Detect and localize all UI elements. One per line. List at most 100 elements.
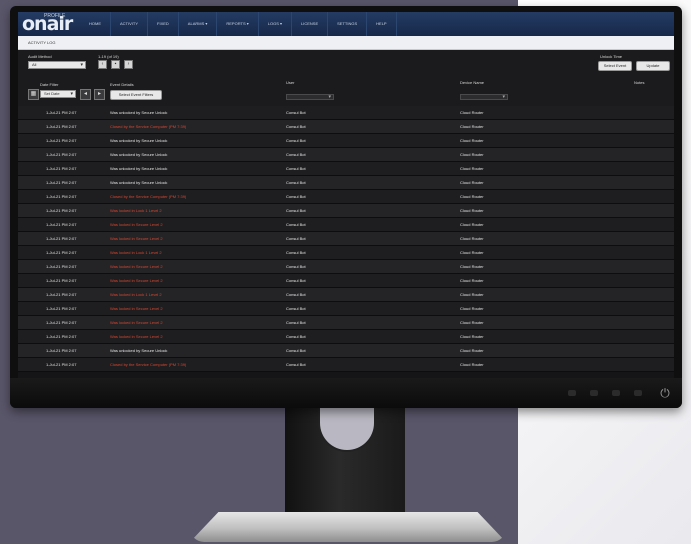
chevron-right-icon[interactable]: › (124, 60, 133, 69)
row-time: 1-Jul-21 PM 2:07 (46, 124, 77, 129)
chevron-right-icon[interactable]: ▸ (94, 89, 105, 100)
row-user: Consul Bot (286, 166, 306, 171)
row-user: Consul Bot (286, 208, 306, 213)
row-message: Closed by the Service Computer (PM 7:39) (110, 124, 187, 129)
table-row[interactable]: 1-Jul-21 PM 2:07 Was locked in Secure Lev… (18, 274, 674, 288)
row-user: Consul Bot (286, 222, 306, 227)
table-row[interactable]: 1-Jul-21 PM 2:07 Was locked in Lock 1 Lev… (18, 246, 674, 260)
main-nav: HOME ACTIVITY FIXED ALARMS ▾ REPORTS ▾ LOGS ▾… (80, 12, 397, 36)
row-user: Consul Bot (286, 124, 306, 129)
user-filter-select[interactable] (286, 94, 334, 100)
row-time: 1-Jul-21 PM 2:07 (46, 166, 77, 171)
event-filter-label: Event Details (110, 82, 134, 87)
select-event-button[interactable]: Select Event (598, 61, 632, 71)
device-filter-select[interactable] (460, 94, 508, 100)
table-row[interactable]: 1-Jul-21 PM 2:07 Was unlocked by Secure U… (18, 106, 674, 120)
row-time: 1-Jul-21 PM 2:07 (46, 236, 77, 241)
range-label: 1-19 (of 19) (98, 54, 119, 59)
row-device: Cloud Router (460, 236, 484, 241)
nav-item[interactable]: SETTINGS (328, 12, 368, 36)
table-row[interactable]: 1-Jul-21 PM 2:07 Was locked in Secure Lev… (18, 260, 674, 274)
row-time: 1-Jul-21 PM 2:07 (46, 194, 77, 199)
row-message: Was unlocked by Secure Unlock (110, 166, 168, 171)
date-filter-label: Date Filter (40, 82, 59, 87)
row-message: Was locked in Secure Level 2 (110, 236, 163, 241)
nav-item[interactable]: HELP (367, 12, 397, 36)
monitor-chin (10, 378, 682, 408)
row-device: Cloud Router (460, 110, 484, 115)
row-device: Cloud Router (460, 152, 484, 157)
row-device: Cloud Router (460, 362, 484, 367)
page-title: ACTIVITY LOG (28, 40, 56, 45)
page-subheader: ACTIVITY LOG (18, 36, 674, 50)
select-event-filters-button[interactable]: Select Event Filters (110, 90, 162, 100)
table-row[interactable]: 1-Jul-21 PM 2:07 Closed by the Service Co… (18, 358, 674, 372)
table-row[interactable]: 1-Jul-21 PM 2:07 Was unlocked by Secure U… (18, 134, 674, 148)
table-row[interactable]: 1-Jul-21 PM 2:07 Was unlocked by Secure U… (18, 148, 674, 162)
date-filter-select[interactable]: Set Date (40, 90, 76, 98)
table-row[interactable]: 1-Jul-21 PM 2:07 Was locked in Secure Lev… (18, 330, 674, 344)
audit-method-select[interactable]: All (28, 61, 86, 69)
row-time: 1-Jul-21 PM 2:07 (46, 362, 77, 367)
row-user: Consul Bot (286, 334, 306, 339)
table-row[interactable]: 1-Jul-21 PM 2:07 Closed by the Service Co… (18, 120, 674, 134)
row-message: Was locked in Secure Level 2 (110, 320, 163, 325)
row-message: Was locked in Secure Level 2 (110, 278, 163, 283)
chevron-left-icon[interactable]: ◂ (80, 89, 91, 100)
monitor-button (590, 390, 598, 396)
monitor-button (612, 390, 620, 396)
row-device: Cloud Router (460, 138, 484, 143)
table-row[interactable]: 1-Jul-21 PM 2:07 Was locked in Secure Lev… (18, 232, 674, 246)
row-user: Consul Bot (286, 278, 306, 283)
row-user: Consul Bot (286, 194, 306, 199)
table-row[interactable]: 1-Jul-21 PM 2:07 Closed by the Service Co… (18, 190, 674, 204)
row-time: 1-Jul-21 PM 2:07 (46, 320, 77, 325)
calendar-icon[interactable]: ▦ (28, 89, 39, 100)
row-time: 1-Jul-21 PM 2:07 (46, 208, 77, 213)
row-device: Cloud Router (460, 264, 484, 269)
row-device: Cloud Router (460, 166, 484, 171)
row-device: Cloud Router (460, 334, 484, 339)
row-user: Consul Bot (286, 138, 306, 143)
row-time: 1-Jul-21 PM 2:07 (46, 110, 77, 115)
chevron-left-icon[interactable]: ‹ (98, 60, 107, 69)
row-device: Cloud Router (460, 278, 484, 283)
row-message: Was locked in Secure Level 2 (110, 222, 163, 227)
row-device: Cloud Router (460, 222, 484, 227)
row-device: Cloud Router (460, 194, 484, 199)
table-row[interactable]: 1-Jul-21 PM 2:07 Was locked in Secure Lev… (18, 316, 674, 330)
nav-item[interactable]: ACTIVITY (111, 12, 149, 36)
nav-item[interactable]: LICENSE (292, 12, 329, 36)
monitor-stand-base (190, 512, 506, 542)
row-message: Was locked in Lock 1 Level 2 (110, 208, 162, 213)
nav-item[interactable]: HOME (80, 12, 111, 36)
row-message: Was locked in Secure Level 2 (110, 264, 163, 269)
row-message: Was locked in Secure Level 2 (110, 306, 163, 311)
table-row[interactable]: 1-Jul-21 PM 2:07 Was locked in Secure Lev… (18, 302, 674, 316)
app-logo-subtitle: PROFILE (44, 13, 66, 19)
row-message: Was locked in Lock 1 Level 2 (110, 250, 162, 255)
row-user: Consul Bot (286, 348, 306, 353)
row-time: 1-Jul-21 PM 2:07 (46, 152, 77, 157)
table-row[interactable]: 1-Jul-21 PM 2:07 Was unlocked by Secure U… (18, 162, 674, 176)
page-icon[interactable]: ▪ (111, 60, 120, 69)
row-device: Cloud Router (460, 250, 484, 255)
table-row[interactable]: 1-Jul-21 PM 2:07 Was locked in Lock 1 Lev… (18, 288, 674, 302)
update-button[interactable]: Update (636, 61, 670, 71)
table-row[interactable]: 1-Jul-21 PM 2:07 Was locked in Secure Lev… (18, 218, 674, 232)
nav-item[interactable]: ALARMS ▾ (179, 12, 218, 36)
row-time: 1-Jul-21 PM 2:07 (46, 292, 77, 297)
row-message: Was unlocked by Secure Unlock (110, 348, 168, 353)
nav-item[interactable]: FIXED (148, 12, 179, 36)
screen: onair PROFILE HOME ACTIVITY FIXED ALARMS ▾ R… (18, 12, 674, 378)
nav-item[interactable]: REPORTS ▾ (217, 12, 259, 36)
row-time: 1-Jul-21 PM 2:07 (46, 278, 77, 283)
monitor-button (568, 390, 576, 396)
row-message: Was locked in Secure Level 2 (110, 334, 163, 339)
monitor-button (634, 390, 642, 396)
row-device: Cloud Router (460, 180, 484, 185)
table-row[interactable]: 1-Jul-21 PM 2:07 Was unlocked by Secure U… (18, 344, 674, 358)
table-row[interactable]: 1-Jul-21 PM 2:07 Was unlocked by Secure U… (18, 176, 674, 190)
nav-item[interactable]: LOGS ▾ (259, 12, 292, 36)
table-row[interactable]: 1-Jul-21 PM 2:07 Was locked in Lock 1 Lev… (18, 204, 674, 218)
